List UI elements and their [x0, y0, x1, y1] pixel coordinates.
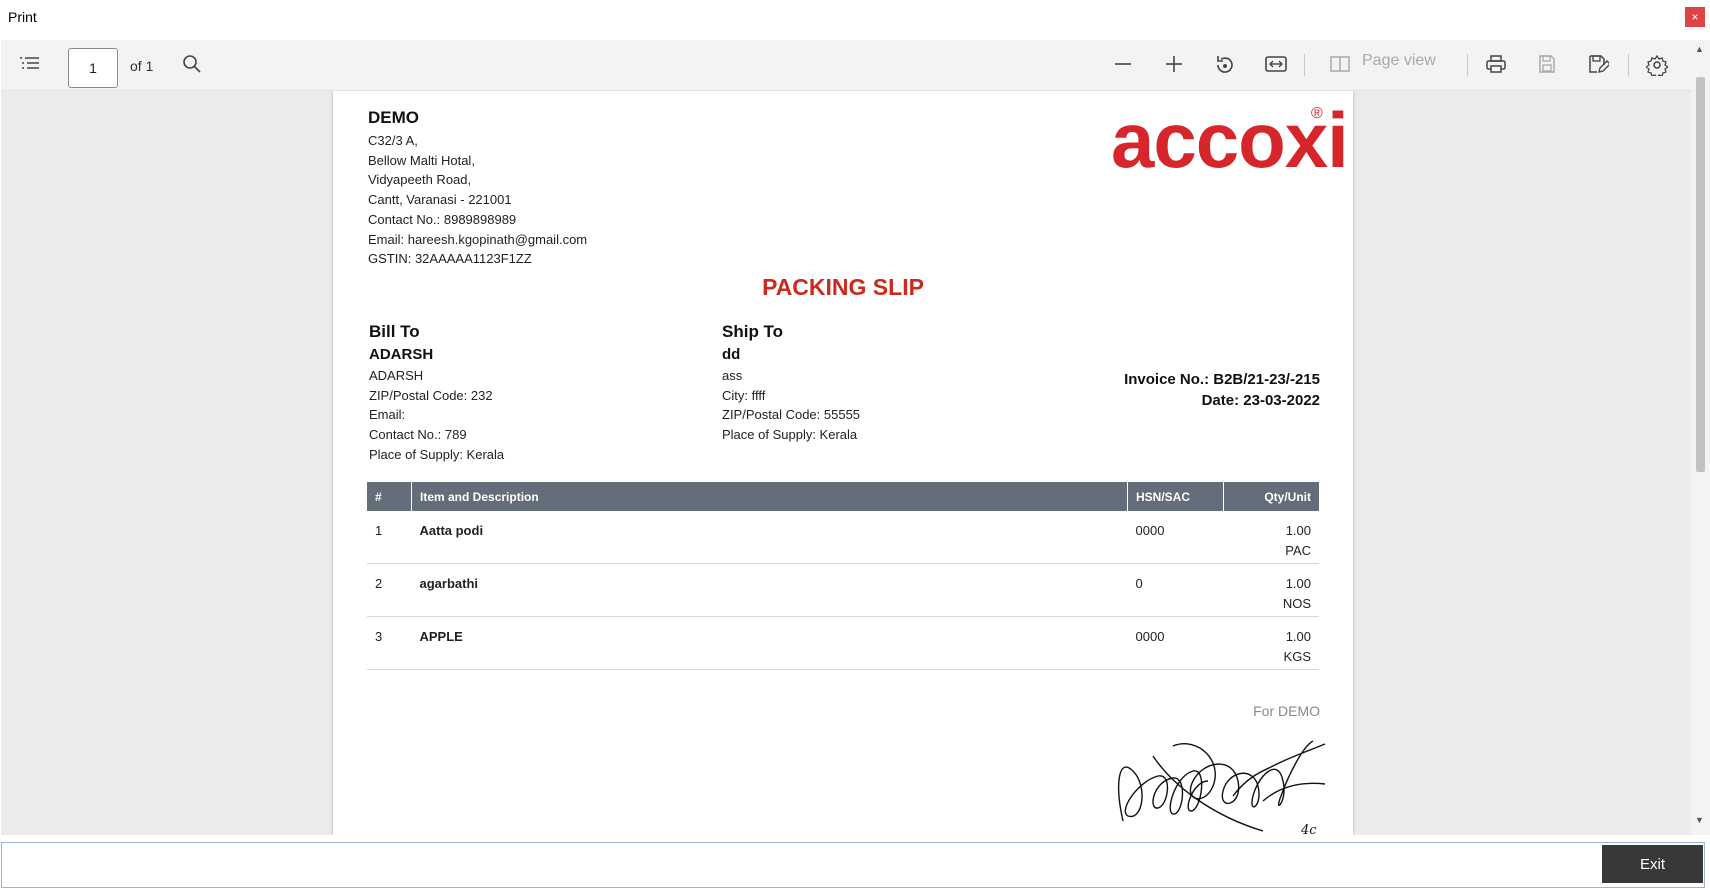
- print-icon[interactable]: [1485, 54, 1507, 79]
- exit-button[interactable]: Exit: [1602, 845, 1703, 883]
- scroll-down-icon[interactable]: ▼: [1695, 815, 1704, 825]
- qty-value: 1.00: [1285, 629, 1311, 644]
- row-number: 2: [367, 563, 412, 617]
- window-titlebar: Print ×: [0, 0, 1710, 36]
- toolbar-divider: [1467, 54, 1468, 76]
- bill-to-line: ZIP/Postal Code: 232: [369, 387, 493, 403]
- page-view-icon: [1329, 54, 1351, 79]
- unit-value: PAC: [1285, 542, 1311, 558]
- scroll-up-icon[interactable]: ▲: [1695, 44, 1704, 54]
- table-row: 3 APPLE 0000 1.00 KGS: [367, 616, 1319, 670]
- qty-unit: 1.00 PAC: [1223, 511, 1319, 564]
- invoice-date: Date: 23-03-2022: [1201, 392, 1320, 409]
- bottom-bar: [1, 842, 1705, 888]
- email-line: Email: hareesh.kgopinath@gmail.com: [368, 231, 588, 247]
- ship-to-line: City: ffff: [722, 387, 766, 403]
- bill-to-line: Email:: [369, 407, 406, 423]
- contents-list-icon[interactable]: [19, 54, 41, 77]
- document-title: PACKING SLIP: [762, 274, 924, 300]
- close-icon: ×: [1691, 10, 1699, 24]
- toolbar-divider: [1628, 54, 1629, 76]
- pdf-toolbar: 1 of 1 Page view: [1, 40, 1691, 91]
- invoice-details: Invoice No.: B2B/21-23/-215 Date: 23-03-…: [1124, 369, 1320, 411]
- ship-to-name: dd: [722, 346, 741, 363]
- table-row: 1 Aatta podi 0000 1.00 PAC: [367, 511, 1319, 564]
- column-header: HSN/SAC: [1127, 482, 1224, 511]
- page-view-button[interactable]: Page view: [1362, 52, 1436, 70]
- item-name: Aatta podi: [411, 511, 1128, 564]
- column-header: #: [367, 482, 412, 511]
- item-name: agarbathi: [411, 563, 1128, 617]
- qty-value: 1.00: [1285, 576, 1311, 591]
- save-as-icon[interactable]: [1587, 54, 1611, 79]
- company-name: DEMO: [368, 108, 419, 127]
- signature: 4c: [1113, 726, 1328, 835]
- signature-mark: 4c: [1300, 823, 1317, 835]
- qty-unit: 1.00 KGS: [1223, 616, 1319, 670]
- page-count-label: of 1: [130, 58, 154, 74]
- item-name: APPLE: [411, 616, 1128, 670]
- row-number: 1: [367, 511, 412, 564]
- bill-to-line: Place of Supply: Kerala: [369, 446, 505, 462]
- unit-value: KGS: [1283, 648, 1311, 664]
- column-header: Item and Description: [411, 482, 1128, 511]
- company-address: C32/3 A, Bellow Malti Hotal, Vidyapeeth …: [368, 131, 587, 269]
- save-icon: [1537, 54, 1557, 79]
- contact-line: Contact No.: 8989898989: [368, 211, 517, 227]
- zoom-out-icon[interactable]: [1113, 54, 1133, 79]
- unit-value: NOS: [1282, 595, 1311, 611]
- hsn-code: 0000: [1127, 616, 1224, 670]
- ship-to-line: ass: [722, 368, 743, 383]
- ship-to-line: ZIP/Postal Code: 55555: [722, 407, 861, 423]
- qty-value: 1.00: [1285, 523, 1311, 538]
- table-row: 2 agarbathi 0 1.00 NOS: [367, 563, 1319, 617]
- ship-to-block: Ship To dd ass City: ffff ZIP/Postal Cod…: [722, 321, 860, 445]
- column-header: Qty/Unit: [1223, 482, 1319, 511]
- bill-to-heading: Bill To: [369, 322, 420, 341]
- bill-to-line: Contact No.: 789: [369, 427, 467, 443]
- invoice-number: Invoice No.: B2B/21-23/-215: [1124, 371, 1320, 388]
- ship-to-heading: Ship To: [722, 322, 784, 341]
- close-button[interactable]: ×: [1685, 7, 1705, 27]
- window-title: Print: [8, 9, 37, 25]
- page-number-input[interactable]: 1: [68, 48, 118, 88]
- document-page: DEMO C32/3 A, Bellow Malti Hotal, Vidyap…: [333, 91, 1353, 835]
- table-header-row: # Item and Description HSN/SAC Qty/Unit: [367, 482, 1319, 511]
- ship-to-line: Place of Supply: Kerala: [722, 427, 858, 443]
- document-viewer: DEMO C32/3 A, Bellow Malti Hotal, Vidyap…: [1, 91, 1691, 835]
- gstin-line: GSTIN: 32AAAAA1123F1ZZ: [368, 251, 532, 267]
- search-icon[interactable]: [182, 54, 202, 79]
- hsn-code: 0: [1127, 563, 1224, 617]
- bill-to-line: ADARSH: [369, 368, 424, 383]
- toolbar-divider: [1304, 54, 1305, 76]
- address-line: Cantt, Varanasi - 221001: [368, 192, 512, 208]
- bill-to-name: ADARSH: [369, 346, 434, 363]
- items-table: # Item and Description HSN/SAC Qty/Unit …: [367, 482, 1319, 670]
- bill-to-block: Bill To ADARSH ADARSH ZIP/Postal Code: 2…: [369, 321, 504, 465]
- fit-width-icon[interactable]: [1264, 54, 1288, 79]
- registered-mark: ®: [1311, 105, 1323, 122]
- scroll-thumb[interactable]: [1696, 77, 1705, 472]
- hsn-code: 0000: [1127, 511, 1224, 564]
- address-line: C32/3 A,: [368, 133, 418, 148]
- qty-unit: 1.00 NOS: [1223, 563, 1319, 617]
- address-line: Vidyapeeth Road,: [368, 172, 472, 188]
- vertical-scrollbar[interactable]: ▲ ▼: [1691, 40, 1710, 835]
- zoom-in-icon[interactable]: [1164, 54, 1184, 79]
- row-number: 3: [367, 616, 412, 670]
- rotate-icon[interactable]: [1214, 54, 1236, 81]
- address-line: Bellow Malti Hotal,: [368, 152, 475, 168]
- settings-icon[interactable]: [1644, 54, 1670, 81]
- for-company-label: For DEMO: [1253, 703, 1320, 719]
